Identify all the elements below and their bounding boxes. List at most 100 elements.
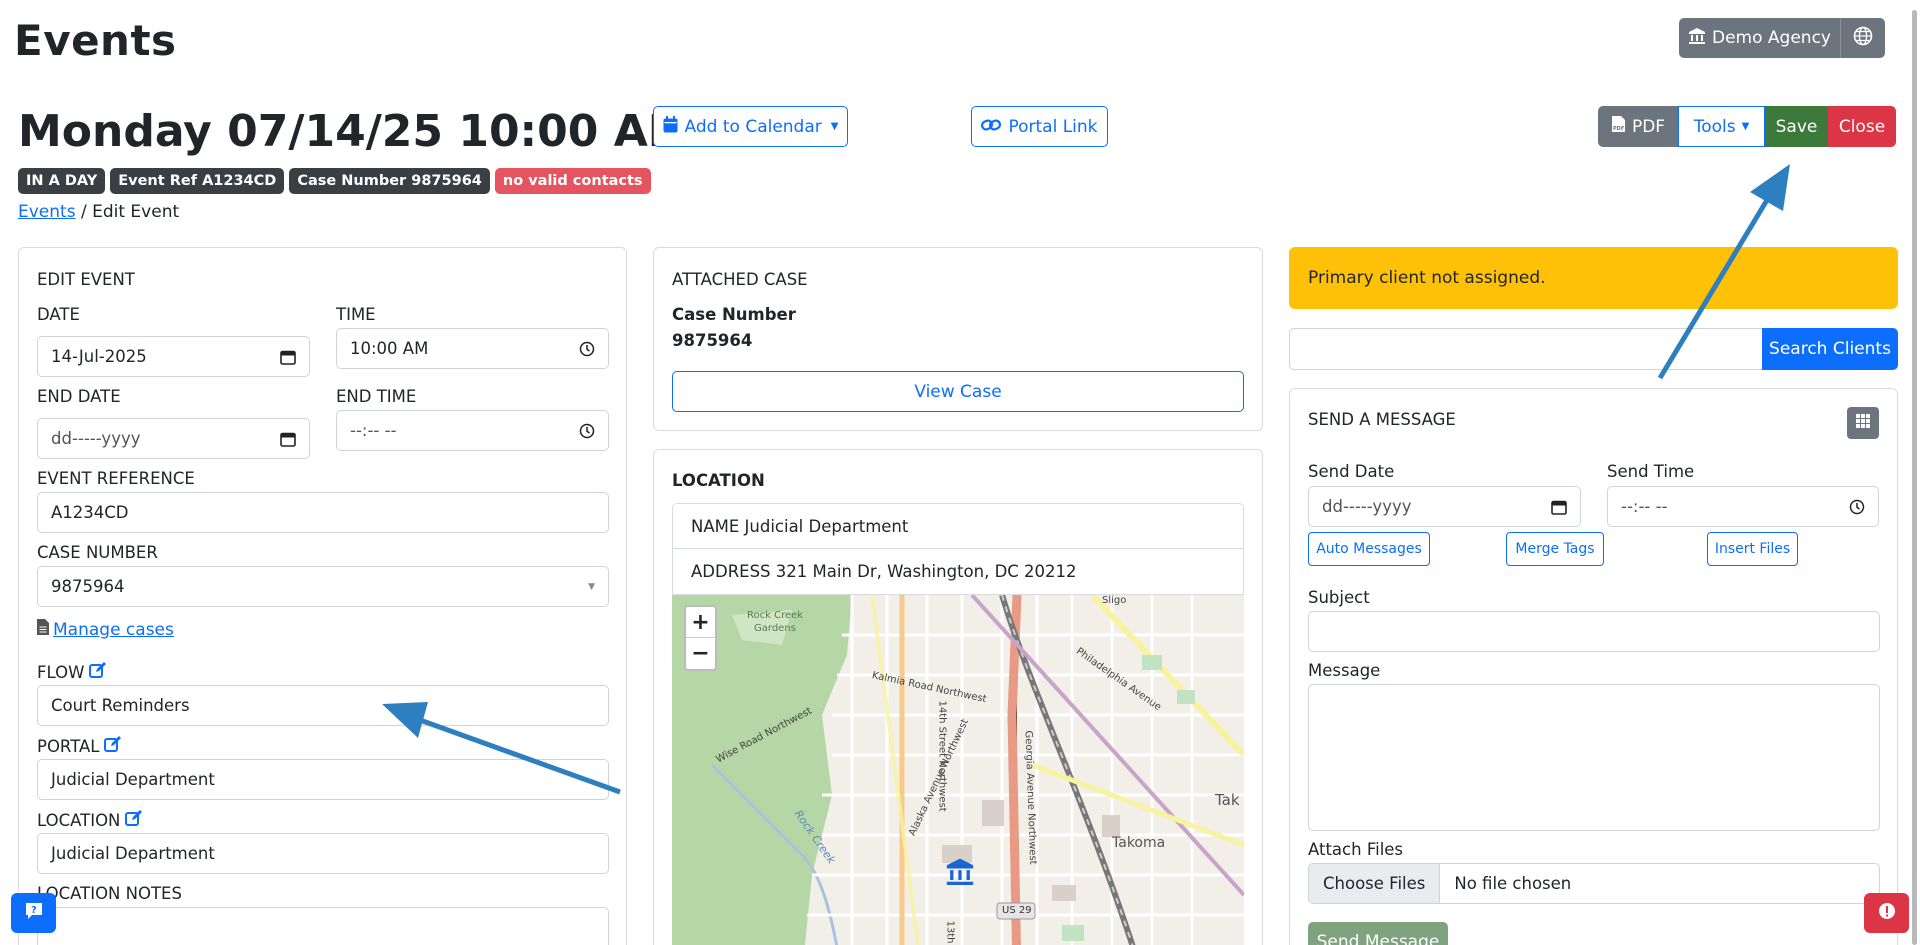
- location-card: LOCATION NAME Judicial Department ADDRES…: [653, 449, 1263, 945]
- clock-icon[interactable]: [579, 423, 595, 439]
- calendar-icon[interactable]: [280, 349, 296, 365]
- map-label: Tak: [1215, 791, 1240, 809]
- subject-input[interactable]: [1308, 611, 1880, 652]
- portal-label-text: PORTAL: [37, 737, 100, 756]
- send-time-input[interactable]: --:-- --: [1607, 486, 1879, 527]
- language-button[interactable]: [1840, 18, 1885, 58]
- no-file-chosen-text: No file chosen: [1454, 874, 1572, 893]
- case-number-value: 9875964: [51, 577, 125, 596]
- date-input[interactable]: 14-Jul-2025: [37, 336, 310, 377]
- event-badges: IN A DAY Event Ref A1234CD Case Number 9…: [18, 168, 651, 194]
- bank-icon: [1688, 27, 1706, 49]
- search-clients-button[interactable]: Search Clients: [1762, 328, 1898, 370]
- edit-icon[interactable]: [89, 662, 107, 683]
- insert-files-button[interactable]: Insert Files: [1707, 532, 1798, 566]
- help-chat-button[interactable]: ?: [11, 893, 56, 933]
- flow-label-text: FLOW: [37, 663, 85, 682]
- event-reference-input[interactable]: A1234CD: [37, 492, 609, 533]
- send-message-label: Send Message: [1316, 932, 1440, 945]
- close-button[interactable]: Close: [1828, 106, 1896, 147]
- flow-input[interactable]: Court Reminders: [37, 685, 609, 726]
- tools-dropdown[interactable]: Tools ▼: [1678, 106, 1765, 147]
- link-icon: [981, 117, 1002, 137]
- location-map[interactable]: Rock Creek Gardens Kalmia Road Northwest…: [672, 595, 1244, 945]
- page-scrollbar[interactable]: [1912, 10, 1917, 945]
- end-time-value: --:-- --: [350, 421, 397, 440]
- bank-marker-icon[interactable]: [945, 857, 975, 889]
- end-time-label: END TIME: [336, 387, 417, 406]
- calendar-icon[interactable]: [280, 431, 296, 447]
- add-to-calendar-button[interactable]: Add to Calendar ▼: [653, 106, 848, 147]
- choose-files-button[interactable]: Choose Files: [1309, 864, 1441, 903]
- grid-menu-button[interactable]: [1847, 407, 1879, 439]
- send-date-input[interactable]: dd-----yyyy: [1308, 486, 1581, 527]
- time-input[interactable]: 10:00 AM: [336, 328, 609, 369]
- badge-event-ref: Event Ref A1234CD: [110, 168, 285, 194]
- tools-label: Tools: [1693, 116, 1736, 137]
- flow-label: FLOW: [37, 662, 107, 683]
- event-heading: Monday 07/14/25 10:00 AM: [18, 106, 692, 157]
- send-date-value: dd-----yyyy: [1322, 497, 1412, 516]
- page-title: Events: [14, 16, 177, 65]
- calendar-icon[interactable]: [1551, 499, 1567, 515]
- portal-value: Judicial Department: [51, 770, 215, 789]
- manage-cases-label[interactable]: Manage cases: [53, 620, 174, 640]
- portal-link-button[interactable]: Portal Link: [971, 106, 1108, 147]
- attach-files-input[interactable]: Choose Files No file chosen: [1308, 863, 1880, 904]
- end-date-value: dd-----yyyy: [51, 429, 141, 448]
- clock-icon[interactable]: [1849, 499, 1865, 515]
- end-time-input[interactable]: --:-- --: [336, 410, 609, 451]
- agency-button[interactable]: Demo Agency: [1679, 18, 1840, 58]
- breadcrumb-events-link[interactable]: Events: [18, 202, 76, 222]
- zoom-out-button[interactable]: −: [686, 638, 715, 669]
- manage-cases-link[interactable]: Manage cases: [37, 619, 174, 640]
- calendar-icon: [663, 115, 678, 138]
- globe-icon: [1853, 26, 1873, 51]
- location-card-title: LOCATION: [672, 471, 765, 490]
- attached-case-number-label: Case Number: [672, 305, 796, 324]
- end-date-label: END DATE: [37, 387, 121, 406]
- message-textarea[interactable]: [1308, 684, 1880, 831]
- document-icon: [37, 619, 49, 640]
- time-value: 10:00 AM: [350, 339, 429, 358]
- case-number-select[interactable]: 9875964 ▼: [37, 566, 609, 607]
- case-number-label: CASE NUMBER: [37, 543, 158, 562]
- caret-down-icon: ▼: [830, 121, 839, 132]
- caret-down-icon: ▼: [1741, 121, 1750, 132]
- send-message-button[interactable]: Send Message: [1308, 922, 1448, 945]
- map-label: Takoma: [1112, 835, 1166, 851]
- primary-client-alert: Primary client not assigned.: [1289, 247, 1898, 309]
- location-address: ADDRESS 321 Main Dr, Washington, DC 2021…: [691, 562, 1077, 581]
- portal-input[interactable]: Judicial Department: [37, 759, 609, 800]
- alert-text: Primary client not assigned.: [1308, 268, 1546, 288]
- map-label: Sligo: [1102, 595, 1127, 606]
- subject-label: Subject: [1308, 588, 1370, 607]
- send-time-value: --:-- --: [1621, 497, 1668, 516]
- client-search-input[interactable]: [1289, 328, 1763, 370]
- map-zoom-control: + −: [684, 605, 717, 671]
- view-case-button[interactable]: View Case: [672, 371, 1244, 412]
- error-alert-button[interactable]: [1864, 893, 1909, 933]
- edit-icon[interactable]: [104, 736, 122, 757]
- location-list: NAME Judicial Department ADDRESS 321 Mai…: [672, 503, 1244, 595]
- location-notes-label: LOCATION NOTES: [37, 884, 182, 903]
- auto-messages-button[interactable]: Auto Messages: [1308, 532, 1430, 566]
- end-date-input[interactable]: dd-----yyyy: [37, 418, 310, 459]
- save-label: Save: [1775, 116, 1818, 137]
- pdf-button[interactable]: PDF PDF: [1598, 106, 1678, 147]
- edit-icon[interactable]: [125, 810, 143, 831]
- location-value: Judicial Department: [51, 844, 215, 863]
- message-label: Message: [1308, 661, 1381, 680]
- map-label: 13th Street: [945, 921, 956, 945]
- clock-icon[interactable]: [579, 341, 595, 357]
- merge-tags-button[interactable]: Merge Tags: [1506, 532, 1604, 566]
- auto-messages-label: Auto Messages: [1316, 541, 1422, 557]
- location-notes-input[interactable]: [37, 907, 609, 945]
- merge-tags-label: Merge Tags: [1515, 541, 1595, 557]
- location-input[interactable]: Judicial Department: [37, 833, 609, 874]
- map-label: Gardens: [754, 623, 796, 634]
- map-label: US 29: [1002, 905, 1032, 916]
- save-button[interactable]: Save: [1765, 106, 1828, 147]
- flow-value: Court Reminders: [51, 696, 190, 715]
- zoom-in-button[interactable]: +: [686, 607, 715, 638]
